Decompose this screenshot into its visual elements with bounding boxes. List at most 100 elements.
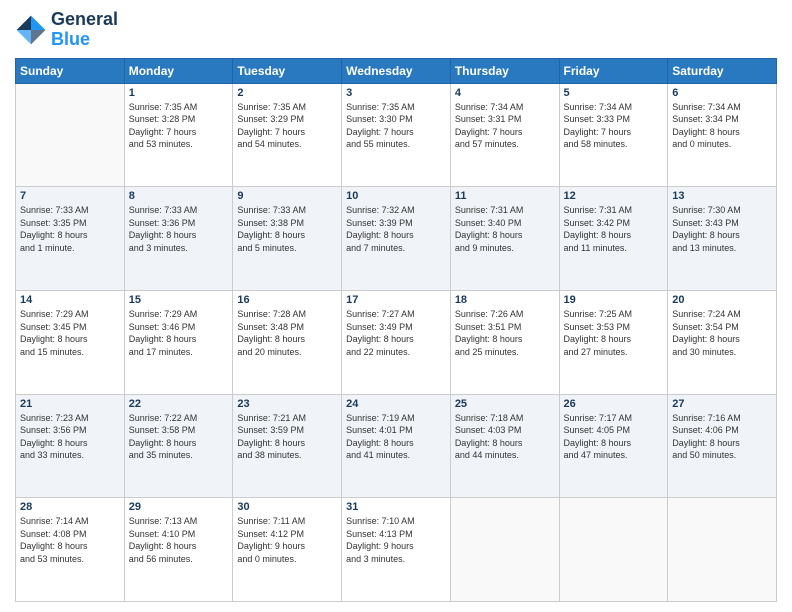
day-number: 31 (346, 501, 446, 513)
weekday-header-monday: Monday (124, 58, 233, 83)
logo-text: General Blue (51, 10, 118, 50)
calendar-cell: 6Sunrise: 7:34 AM Sunset: 3:34 PM Daylig… (668, 83, 777, 187)
day-number: 9 (237, 190, 337, 202)
calendar-cell: 23 Sunrise: 7:21 AM Sunset: 3:59 PM Dayli… (233, 394, 342, 498)
calendar-cell: 21 Sunrise: 7:23 AM Sunset: 3:56 PM Dayli… (16, 394, 125, 498)
calendar-cell: 3Sunrise: 7:35 AM Sunset: 3:30 PM Daylig… (342, 83, 451, 187)
day-number: 24 (346, 398, 446, 410)
calendar-cell: 12 Sunrise: 7:31 AM Sunset: 3:42 PM Dayli… (559, 187, 668, 291)
day-info: Sunrise: 7:18 AM Sunset: 4:03 PM Dayligh… (455, 412, 555, 462)
day-number: 8 (129, 190, 229, 202)
day-number: 22 (129, 398, 229, 410)
day-number: 12 (564, 190, 664, 202)
day-info: Sunrise: 7:10 AM Sunset: 4:13 PM Dayligh… (346, 515, 446, 565)
day-info: Sunrise: 7:34 AM Sunset: 3:33 PM Dayligh… (564, 101, 664, 151)
calendar-week-row: 28 Sunrise: 7:14 AM Sunset: 4:08 PM Dayli… (16, 498, 777, 602)
day-info: Sunrise: 7:35 AM Sunset: 3:29 PM Dayligh… (237, 101, 337, 151)
calendar-cell: 28 Sunrise: 7:14 AM Sunset: 4:08 PM Dayli… (16, 498, 125, 602)
weekday-header-row: SundayMondayTuesdayWednesdayThursdayFrid… (16, 58, 777, 83)
calendar-cell: 18Sunrise: 7:26 AM Sunset: 3:51 PM Dayli… (450, 290, 559, 394)
weekday-header-thursday: Thursday (450, 58, 559, 83)
weekday-header-sunday: Sunday (16, 58, 125, 83)
day-info: Sunrise: 7:16 AM Sunset: 4:06 PM Dayligh… (672, 412, 772, 462)
day-number: 7 (20, 190, 120, 202)
day-number: 28 (20, 501, 120, 513)
calendar-cell: 17 Sunrise: 7:27 AM Sunset: 3:49 PM Dayli… (342, 290, 451, 394)
calendar-cell: 22 Sunrise: 7:22 AM Sunset: 3:58 PM Dayli… (124, 394, 233, 498)
calendar-cell: 26 Sunrise: 7:17 AM Sunset: 4:05 PM Dayli… (559, 394, 668, 498)
day-info: Sunrise: 7:29 AM Sunset: 3:45 PM Dayligh… (20, 308, 120, 358)
day-number: 5 (564, 87, 664, 99)
day-info: Sunrise: 7:29 AM Sunset: 3:46 PM Dayligh… (129, 308, 229, 358)
calendar-cell: 11Sunrise: 7:31 AM Sunset: 3:40 PM Dayli… (450, 187, 559, 291)
day-number: 29 (129, 501, 229, 513)
calendar-cell: 9Sunrise: 7:33 AM Sunset: 3:38 PM Daylig… (233, 187, 342, 291)
day-number: 6 (672, 87, 772, 99)
day-info: Sunrise: 7:24 AM Sunset: 3:54 PM Dayligh… (672, 308, 772, 358)
day-number: 26 (564, 398, 664, 410)
day-info: Sunrise: 7:33 AM Sunset: 3:36 PM Dayligh… (129, 204, 229, 254)
day-info: Sunrise: 7:22 AM Sunset: 3:58 PM Dayligh… (129, 412, 229, 462)
day-info: Sunrise: 7:34 AM Sunset: 3:31 PM Dayligh… (455, 101, 555, 151)
header: General Blue (15, 10, 777, 50)
day-number: 11 (455, 190, 555, 202)
calendar-cell: 10Sunrise: 7:32 AM Sunset: 3:39 PM Dayli… (342, 187, 451, 291)
weekday-header-tuesday: Tuesday (233, 58, 342, 83)
calendar-cell (450, 498, 559, 602)
day-number: 25 (455, 398, 555, 410)
day-number: 19 (564, 294, 664, 306)
calendar-cell: 31 Sunrise: 7:10 AM Sunset: 4:13 PM Dayli… (342, 498, 451, 602)
logo-line2: Blue (51, 30, 118, 50)
weekday-header-saturday: Saturday (668, 58, 777, 83)
day-info: Sunrise: 7:21 AM Sunset: 3:59 PM Dayligh… (237, 412, 337, 462)
weekday-header-friday: Friday (559, 58, 668, 83)
day-number: 4 (455, 87, 555, 99)
day-number: 27 (672, 398, 772, 410)
calendar-cell: 29 Sunrise: 7:13 AM Sunset: 4:10 PM Dayli… (124, 498, 233, 602)
calendar-table: SundayMondayTuesdayWednesdayThursdayFrid… (15, 58, 777, 602)
calendar-cell: 2 Sunrise: 7:35 AM Sunset: 3:29 PM Daylig… (233, 83, 342, 187)
day-number: 23 (237, 398, 337, 410)
day-info: Sunrise: 7:19 AM Sunset: 4:01 PM Dayligh… (346, 412, 446, 462)
logo: General Blue (15, 10, 118, 50)
calendar-cell: 16Sunrise: 7:28 AM Sunset: 3:48 PM Dayli… (233, 290, 342, 394)
calendar-week-row: 14 Sunrise: 7:29 AM Sunset: 3:45 PM Dayli… (16, 290, 777, 394)
day-info: Sunrise: 7:23 AM Sunset: 3:56 PM Dayligh… (20, 412, 120, 462)
day-number: 10 (346, 190, 446, 202)
day-info: Sunrise: 7:35 AM Sunset: 3:28 PM Dayligh… (129, 101, 229, 151)
calendar-cell (559, 498, 668, 602)
day-number: 30 (237, 501, 337, 513)
calendar-week-row: 7 Sunrise: 7:33 AM Sunset: 3:35 PM Daylig… (16, 187, 777, 291)
calendar-cell: 25 Sunrise: 7:18 AM Sunset: 4:03 PM Dayli… (450, 394, 559, 498)
day-info: Sunrise: 7:26 AM Sunset: 3:51 PM Dayligh… (455, 308, 555, 358)
day-number: 17 (346, 294, 446, 306)
day-number: 21 (20, 398, 120, 410)
calendar-cell: 13 Sunrise: 7:30 AM Sunset: 3:43 PM Dayli… (668, 187, 777, 291)
day-number: 3 (346, 87, 446, 99)
day-number: 2 (237, 87, 337, 99)
day-info: Sunrise: 7:13 AM Sunset: 4:10 PM Dayligh… (129, 515, 229, 565)
day-info: Sunrise: 7:25 AM Sunset: 3:53 PM Dayligh… (564, 308, 664, 358)
day-info: Sunrise: 7:11 AM Sunset: 4:12 PM Dayligh… (237, 515, 337, 565)
day-info: Sunrise: 7:17 AM Sunset: 4:05 PM Dayligh… (564, 412, 664, 462)
day-number: 14 (20, 294, 120, 306)
logo-icon (15, 14, 47, 46)
day-info: Sunrise: 7:31 AM Sunset: 3:42 PM Dayligh… (564, 204, 664, 254)
day-number: 1 (129, 87, 229, 99)
day-info: Sunrise: 7:27 AM Sunset: 3:49 PM Dayligh… (346, 308, 446, 358)
logo-line1: General (51, 10, 118, 30)
calendar-cell: 8 Sunrise: 7:33 AM Sunset: 3:36 PM Daylig… (124, 187, 233, 291)
day-info: Sunrise: 7:14 AM Sunset: 4:08 PM Dayligh… (20, 515, 120, 565)
calendar-cell: 7 Sunrise: 7:33 AM Sunset: 3:35 PM Daylig… (16, 187, 125, 291)
day-info: Sunrise: 7:33 AM Sunset: 3:35 PM Dayligh… (20, 204, 120, 254)
calendar-cell: 27 Sunrise: 7:16 AM Sunset: 4:06 PM Dayli… (668, 394, 777, 498)
day-info: Sunrise: 7:30 AM Sunset: 3:43 PM Dayligh… (672, 204, 772, 254)
day-number: 13 (672, 190, 772, 202)
calendar-cell: 5 Sunrise: 7:34 AM Sunset: 3:33 PM Daylig… (559, 83, 668, 187)
calendar-cell (668, 498, 777, 602)
page: General Blue SundayMondayTuesdayWednesda… (0, 0, 792, 612)
calendar-cell (16, 83, 125, 187)
calendar-week-row: 21 Sunrise: 7:23 AM Sunset: 3:56 PM Dayli… (16, 394, 777, 498)
calendar-cell: 30 Sunrise: 7:11 AM Sunset: 4:12 PM Dayli… (233, 498, 342, 602)
weekday-header-wednesday: Wednesday (342, 58, 451, 83)
